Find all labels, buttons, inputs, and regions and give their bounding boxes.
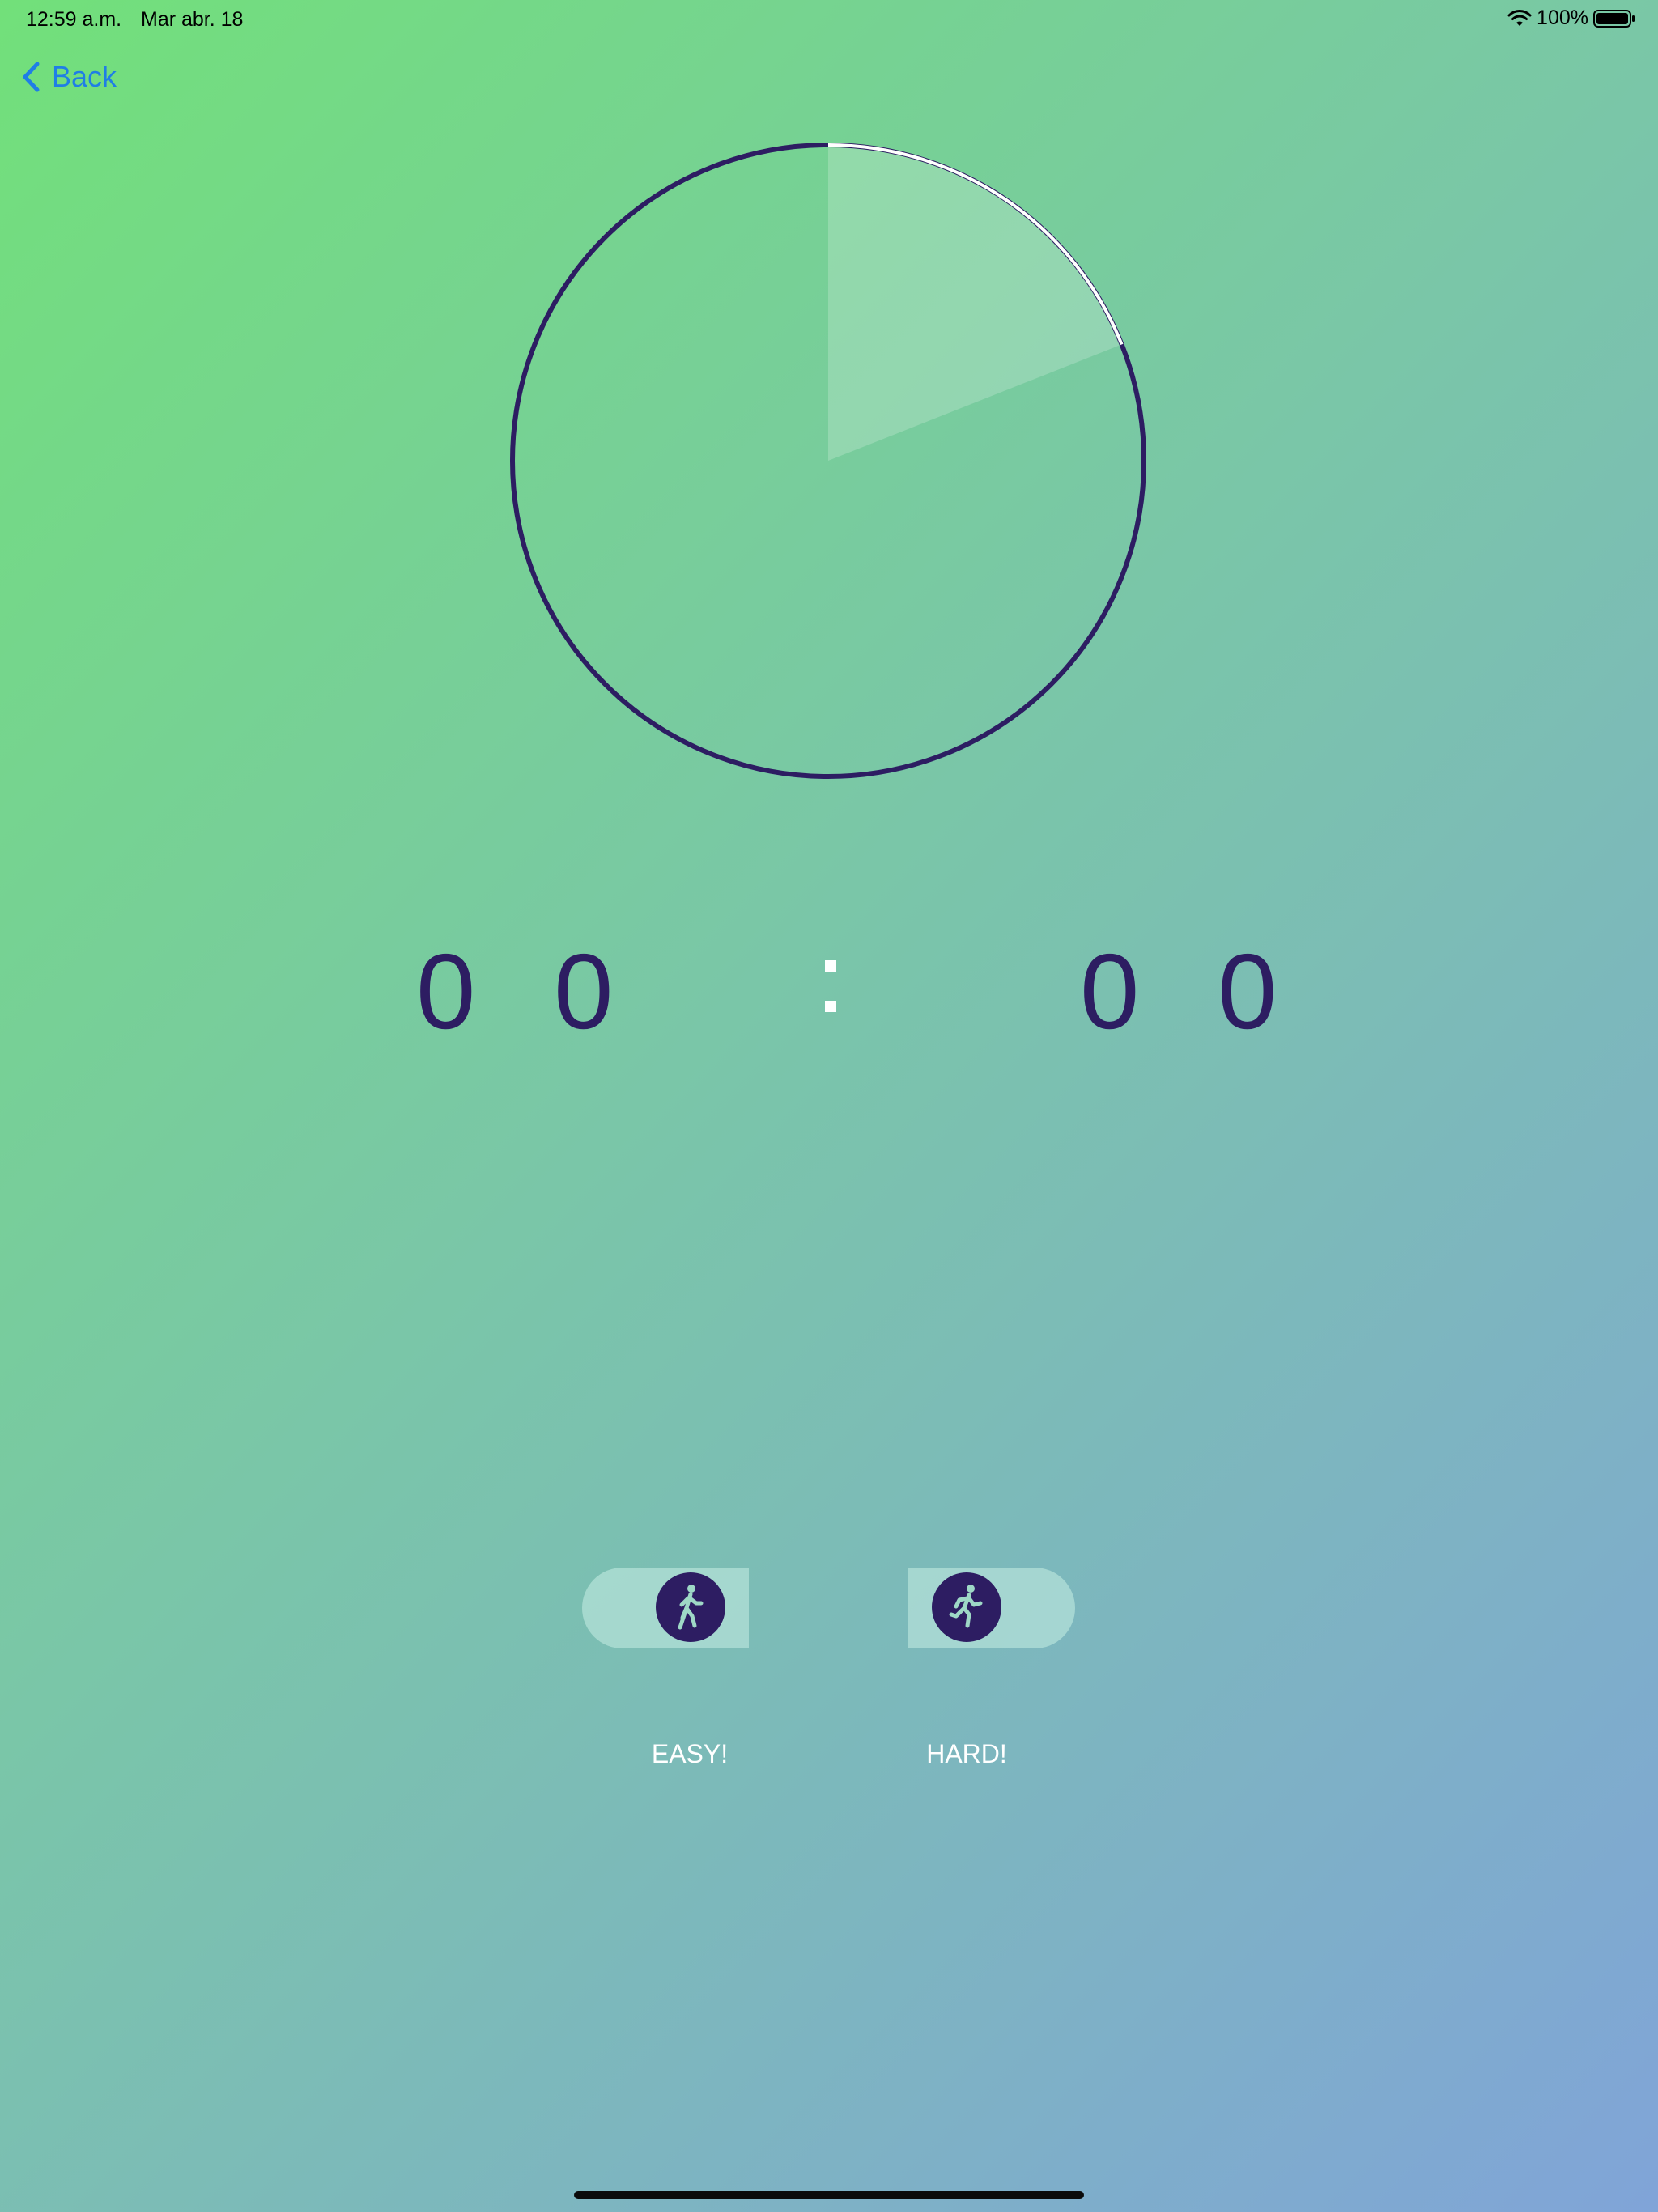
battery-percent: 100% [1537, 6, 1588, 29]
easy-mode-label: EASY! [651, 1739, 729, 1768]
chevron-left-icon [23, 62, 40, 92]
easy-mode-button[interactable] [656, 1572, 725, 1642]
wifi-icon [1507, 9, 1532, 26]
time-display: 0 0 0 0 [0, 931, 1658, 1053]
back-label: Back [52, 60, 117, 93]
colon-dot-bottom [825, 1001, 836, 1012]
running-person-icon [949, 1585, 983, 1628]
status-bar: 12:59 a.m. Mar abr. 18 100% [0, 0, 1658, 39]
colon-dot-top [825, 960, 836, 972]
hard-mode-label: HARD! [926, 1739, 1007, 1768]
battery-icon [1593, 9, 1635, 28]
status-date: Mar abr. 18 [141, 8, 244, 31]
minutes-display: 0 0 [416, 932, 638, 1051]
timer-progress-wedge [828, 147, 1120, 461]
timer-ring [510, 143, 1146, 779]
hard-mode-button[interactable] [932, 1572, 1001, 1642]
walking-person-icon [678, 1585, 704, 1630]
status-time: 12:59 a.m. [26, 8, 122, 31]
seconds-display: 0 0 [1080, 932, 1302, 1051]
home-indicator[interactable] [574, 2191, 1084, 2199]
hard-mode-toggle[interactable] [908, 1568, 1075, 1648]
status-right: 100% [1507, 6, 1635, 30]
easy-mode-toggle[interactable] [582, 1568, 749, 1648]
back-button[interactable]: Back [21, 60, 117, 94]
